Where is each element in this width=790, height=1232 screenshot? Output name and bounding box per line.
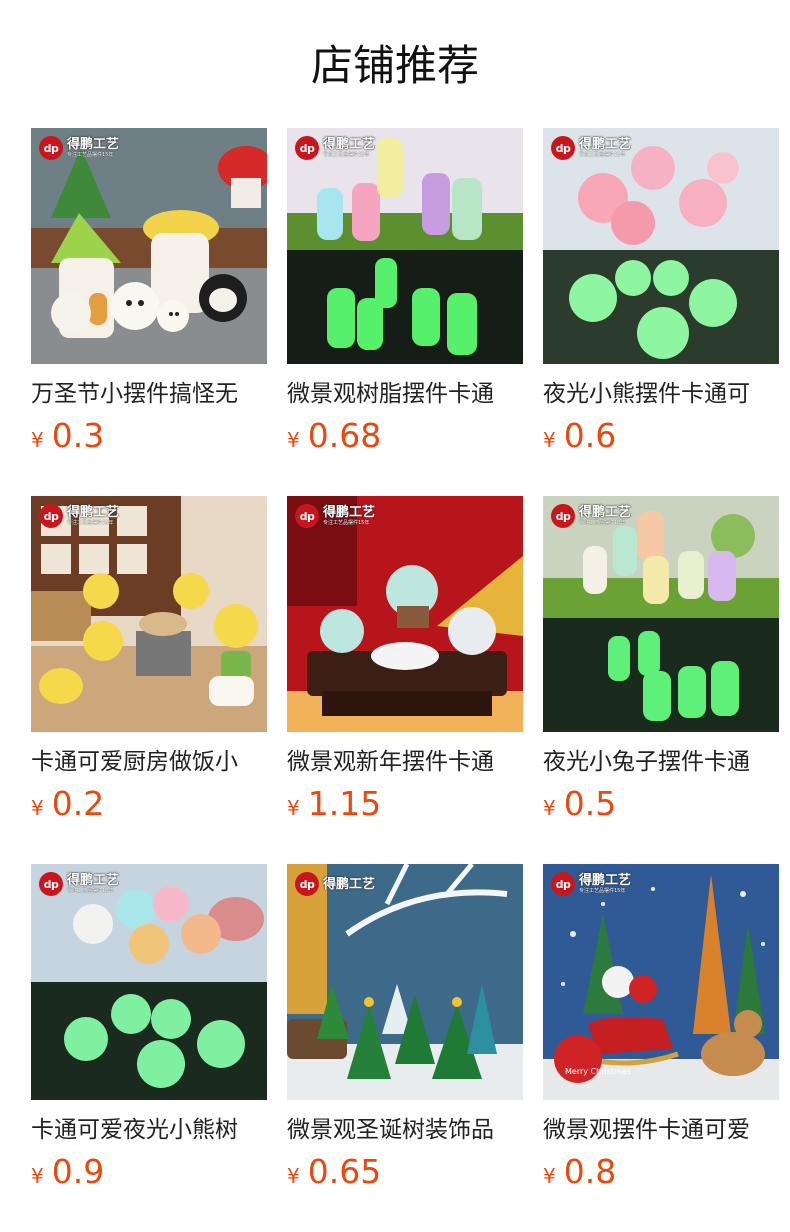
product-card-1[interactable]: dp 得鹏工艺 专注工艺品摆件15年 微景观树脂摆件卡通 ¥ 0.68 [287, 128, 523, 468]
product-image[interactable]: dp 得鹏工艺 专注工艺品摆件15年 [31, 864, 267, 1100]
brand-slogan: 专注工艺品摆件15年 [579, 520, 626, 526]
currency-symbol: ¥ [543, 428, 556, 452]
product-card-7[interactable]: dp 得鹏工艺 微景观圣诞树装饰品 ¥ 0.65 [287, 864, 523, 1204]
product-price: ¥ 0.2 [31, 784, 104, 824]
currency-symbol: ¥ [543, 796, 556, 820]
currency-symbol: ¥ [543, 1164, 556, 1188]
brand-watermark: dp 得鹏工艺 专注工艺品摆件15年 [39, 870, 119, 898]
product-image[interactable]: dp 得鹏工艺 专注工艺品摆件15年 [543, 128, 779, 364]
product-image[interactable]: Merry Christmas dp 得鹏工艺 专注工艺品摆件15年 [543, 864, 779, 1100]
brand-slogan: 专注工艺品摆件15年 [67, 152, 114, 158]
currency-symbol: ¥ [31, 796, 44, 820]
product-card-4[interactable]: dp 得鹏工艺 专注工艺品摆件15年 微景观新年摆件卡通 ¥ 1.15 [287, 496, 523, 836]
price-value: 1.15 [307, 784, 382, 823]
brand-logo-icon: dp [551, 872, 575, 896]
currency-symbol: ¥ [287, 796, 300, 820]
merry-christmas-text: Merry Christmas [565, 1067, 631, 1076]
product-price: ¥ 0.65 [287, 1152, 381, 1192]
brand-name: 得鹏工艺 [579, 873, 632, 888]
product-price: ¥ 0.9 [31, 1152, 104, 1192]
brand-name: 得鹏工艺 [579, 137, 632, 152]
product-image[interactable]: dp 得鹏工艺 专注工艺品摆件15年 [287, 496, 523, 732]
product-price: ¥ 0.6 [543, 416, 616, 456]
brand-logo-icon: dp [551, 136, 575, 160]
brand-watermark: dp 得鹏工艺 专注工艺品摆件15年 [39, 502, 119, 530]
product-title[interactable]: 微景观圣诞树装饰品 [287, 1114, 523, 1146]
product-image[interactable]: dp 得鹏工艺 专注工艺品摆件15年 [543, 496, 779, 732]
product-image[interactable]: dp 得鹏工艺 专注工艺品摆件15年 [31, 496, 267, 732]
price-value: 0.5 [563, 784, 617, 823]
product-card-8[interactable]: Merry Christmas dp 得鹏工艺 专注工艺品摆件15年 微景观摆件… [543, 864, 779, 1204]
product-title[interactable]: 微景观摆件卡通可爱 [543, 1114, 779, 1146]
price-value: 0.6 [563, 416, 617, 455]
page-title: 店铺推荐 [310, 41, 479, 90]
brand-watermark: dp 得鹏工艺 专注工艺品摆件15年 [295, 502, 375, 530]
brand-slogan: 专注工艺品摆件15年 [323, 520, 370, 526]
brand-watermark: dp 得鹏工艺 专注工艺品摆件15年 [551, 870, 631, 898]
price-value: 0.3 [51, 416, 105, 455]
brand-name: 得鹏工艺 [67, 873, 120, 888]
brand-watermark: dp 得鹏工艺 [295, 870, 375, 898]
brand-slogan: 专注工艺品摆件15年 [323, 152, 370, 158]
price-value: 0.68 [307, 416, 382, 455]
product-card-0[interactable]: dp 得鹏工艺 专注工艺品摆件15年 万圣节小摆件搞怪无 ¥ 0.3 [31, 128, 267, 468]
currency-symbol: ¥ [287, 1164, 300, 1188]
brand-watermark: dp 得鹏工艺 专注工艺品摆件15年 [295, 134, 375, 162]
brand-logo-icon: dp [39, 136, 63, 160]
product-card-2[interactable]: dp 得鹏工艺 专注工艺品摆件15年 夜光小熊摆件卡通可 ¥ 0.6 [543, 128, 779, 468]
brand-logo-icon: dp [39, 504, 63, 528]
product-image[interactable]: dp 得鹏工艺 专注工艺品摆件15年 [31, 128, 267, 364]
price-value: 0.8 [563, 1152, 617, 1191]
brand-name: 得鹏工艺 [67, 137, 120, 152]
product-card-3[interactable]: dp 得鹏工艺 专注工艺品摆件15年 卡通可爱厨房做饭小 ¥ 0.2 [31, 496, 267, 836]
brand-slogan: 专注工艺品摆件15年 [67, 888, 114, 894]
currency-symbol: ¥ [287, 428, 300, 452]
brand-logo-icon: dp [295, 504, 319, 528]
price-value: 0.65 [307, 1152, 382, 1191]
brand-logo-icon: dp [551, 504, 575, 528]
product-title[interactable]: 微景观树脂摆件卡通 [287, 378, 523, 410]
product-title[interactable]: 卡通可爱夜光小熊树 [31, 1114, 267, 1146]
brand-slogan: 专注工艺品摆件15年 [579, 152, 626, 158]
brand-name: 得鹏工艺 [323, 137, 376, 152]
brand-slogan: 专注工艺品摆件15年 [67, 520, 114, 526]
brand-name: 得鹏工艺 [323, 505, 376, 520]
product-title[interactable]: 夜光小兔子摆件卡通 [543, 746, 779, 778]
brand-name: 得鹏工艺 [323, 876, 376, 892]
product-title[interactable]: 万圣节小摆件搞怪无 [31, 378, 267, 410]
brand-logo-icon: dp [39, 872, 63, 896]
product-title[interactable]: 微景观新年摆件卡通 [287, 746, 523, 778]
brand-name: 得鹏工艺 [579, 505, 632, 520]
product-price: ¥ 0.3 [31, 416, 104, 456]
product-image[interactable]: dp 得鹏工艺 专注工艺品摆件15年 [287, 128, 523, 364]
brand-logo-icon: dp [295, 872, 319, 896]
product-price: ¥ 0.8 [543, 1152, 616, 1192]
product-title[interactable]: 卡通可爱厨房做饭小 [31, 746, 267, 778]
price-value: 0.2 [51, 784, 105, 823]
price-value: 0.9 [51, 1152, 105, 1191]
product-card-5[interactable]: dp 得鹏工艺 专注工艺品摆件15年 夜光小兔子摆件卡通 ¥ 0.5 [543, 496, 779, 836]
currency-symbol: ¥ [31, 1164, 44, 1188]
brand-watermark: dp 得鹏工艺 专注工艺品摆件15年 [551, 502, 631, 530]
product-price: ¥ 0.68 [287, 416, 381, 456]
product-price: ¥ 0.5 [543, 784, 616, 824]
currency-symbol: ¥ [31, 428, 44, 452]
product-card-6[interactable]: dp 得鹏工艺 专注工艺品摆件15年 卡通可爱夜光小熊树 ¥ 0.9 [31, 864, 267, 1204]
product-image[interactable]: dp 得鹏工艺 [287, 864, 523, 1100]
brand-watermark: dp 得鹏工艺 专注工艺品摆件15年 [551, 134, 631, 162]
brand-watermark: dp 得鹏工艺 专注工艺品摆件15年 [39, 134, 119, 162]
brand-name: 得鹏工艺 [67, 505, 120, 520]
brand-slogan: 专注工艺品摆件15年 [579, 888, 626, 894]
brand-logo-icon: dp [295, 136, 319, 160]
product-price: ¥ 1.15 [287, 784, 381, 824]
product-title[interactable]: 夜光小熊摆件卡通可 [543, 378, 779, 410]
